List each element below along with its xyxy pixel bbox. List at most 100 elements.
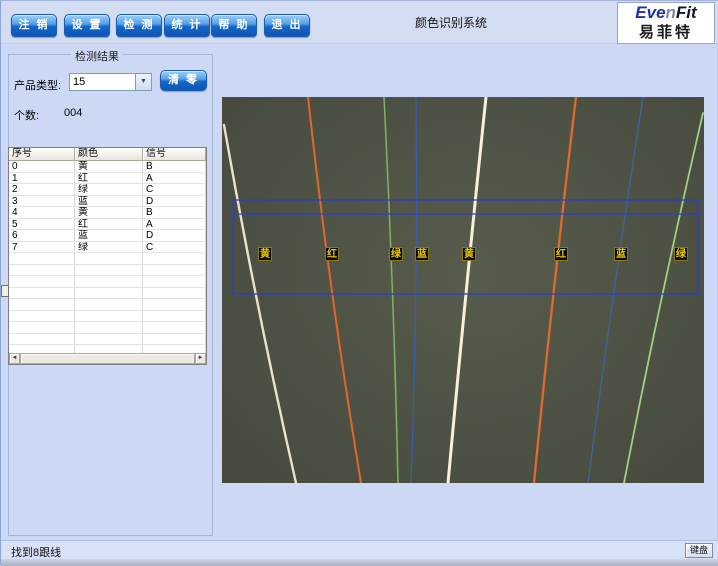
table-cell [75,322,143,333]
scroll-left-icon[interactable]: ◄ [9,353,20,364]
table-cell: B [143,207,206,218]
table-row[interactable]: 6蓝D [9,230,206,242]
table-row [9,265,206,277]
table-cell [9,311,75,322]
table-cell [143,322,206,333]
horizontal-scrollbar[interactable]: ◄ ► [9,353,206,364]
brand-logo-text: EvenFit [618,3,714,23]
table-cell: 黄 [75,207,143,218]
table-cell [9,265,75,276]
table-cell: 5 [9,219,75,230]
table-cell: 7 [9,242,75,253]
results-table-header: 序号 颜色 信号 [9,148,206,161]
column-header-signal[interactable]: 信号 [143,148,206,161]
scrollbar-thumb[interactable] [20,353,195,364]
green-wire-1 [384,97,398,483]
table-row[interactable]: 5红A [9,219,206,231]
table-cell [9,334,75,345]
wire-label-blue-wire-2: 蓝 [614,247,628,261]
table-cell [143,311,206,322]
table-row[interactable]: 0黄B [9,161,206,173]
product-type-label: 产品类型: [14,77,61,93]
table-cell [75,299,143,310]
wire-label-green-wire-1: 绿 [389,247,403,261]
table-cell: 红 [75,219,143,230]
table-cell [9,276,75,287]
green-wire-2 [624,113,703,483]
statistics-button[interactable]: 统 计 [164,14,210,37]
brand-logo-cn: 易菲特 [618,23,714,42]
table-cell [143,253,206,264]
table-cell [75,265,143,276]
table-row [9,311,206,323]
table-row[interactable]: 1红A [9,173,206,185]
table-row [9,322,206,334]
brand-logo: EvenFit 易菲特 [617,2,715,44]
column-header-color[interactable]: 颜色 [75,148,143,161]
exit-button[interactable]: 退 出 [264,14,310,37]
table-cell: B [143,161,206,172]
wire-label-green-wire-2: 绿 [674,247,688,261]
table-cell: 6 [9,230,75,241]
chevron-down-icon[interactable]: ▼ [135,74,151,90]
keyboard-button[interactable]: 键盘 [685,543,713,558]
table-cell: 3 [9,196,75,207]
table-cell: A [143,173,206,184]
help-button[interactable]: 帮 助 [211,14,257,37]
table-cell [143,265,206,276]
toolbar: 注 销 设 置 检 测 统 计 帮 助 退 出 颜色识别系统 EvenFit 易… [1,1,718,44]
results-table-body: 0黄B1红A2绿C3蓝D4黄B5红A6蓝D7绿C [9,161,206,355]
panel-title: 检测结果 [71,48,123,64]
settings-button[interactable]: 设 置 [64,14,110,37]
table-cell: 绿 [75,242,143,253]
wire-label-red-wire-1: 红 [325,247,339,261]
wire-label-yellow-wire-1: 黄 [258,247,272,261]
splitter-handle[interactable] [1,285,9,297]
logout-button[interactable]: 注 销 [11,14,57,37]
table-cell [75,288,143,299]
product-type-select[interactable]: 15 ▼ [69,73,152,91]
table-cell [9,253,75,264]
table-cell: D [143,230,206,241]
camera-view: 黄红绿蓝黄红蓝绿 [222,97,704,483]
table-cell [143,334,206,345]
table-row[interactable]: 2绿C [9,184,206,196]
table-row [9,334,206,346]
table-cell: 1 [9,173,75,184]
status-bar: 找到8跟线 键盘 [1,540,718,559]
table-cell: 蓝 [75,230,143,241]
count-label: 个数: [14,107,39,123]
table-cell: 绿 [75,184,143,195]
table-cell: C [143,242,206,253]
results-table: 序号 颜色 信号 0黄B1红A2绿C3蓝D4黄B5红A6蓝D7绿C ◄ ► [8,147,207,365]
table-cell [75,311,143,322]
table-cell [75,334,143,345]
table-cell: D [143,196,206,207]
wire-label-yellow-wire-2: 黄 [462,247,476,261]
blue-wire-1 [411,97,416,483]
table-row[interactable]: 3蓝D [9,196,206,208]
table-row [9,276,206,288]
table-cell [9,322,75,333]
table-cell: 红 [75,173,143,184]
scroll-right-icon[interactable]: ► [195,353,206,364]
table-cell [9,288,75,299]
table-row[interactable]: 7绿C [9,242,206,254]
column-header-index[interactable]: 序号 [9,148,75,161]
table-cell [143,276,206,287]
table-row [9,299,206,311]
table-cell: 0 [9,161,75,172]
yellow-wire-1 [224,125,296,483]
table-cell: 2 [9,184,75,195]
table-cell [75,276,143,287]
status-text: 找到8跟线 [11,544,61,560]
app-window: 注 销 设 置 检 测 统 计 帮 助 退 出 颜色识别系统 EvenFit 易… [0,0,718,565]
table-cell [143,299,206,310]
table-cell: 4 [9,207,75,218]
wire-label-red-wire-2: 红 [554,247,568,261]
clear-button[interactable]: 清 零 [160,70,207,91]
red-wire-2 [534,97,576,483]
table-row [9,288,206,300]
detect-button[interactable]: 检 测 [116,14,162,37]
table-row[interactable]: 4黄B [9,207,206,219]
